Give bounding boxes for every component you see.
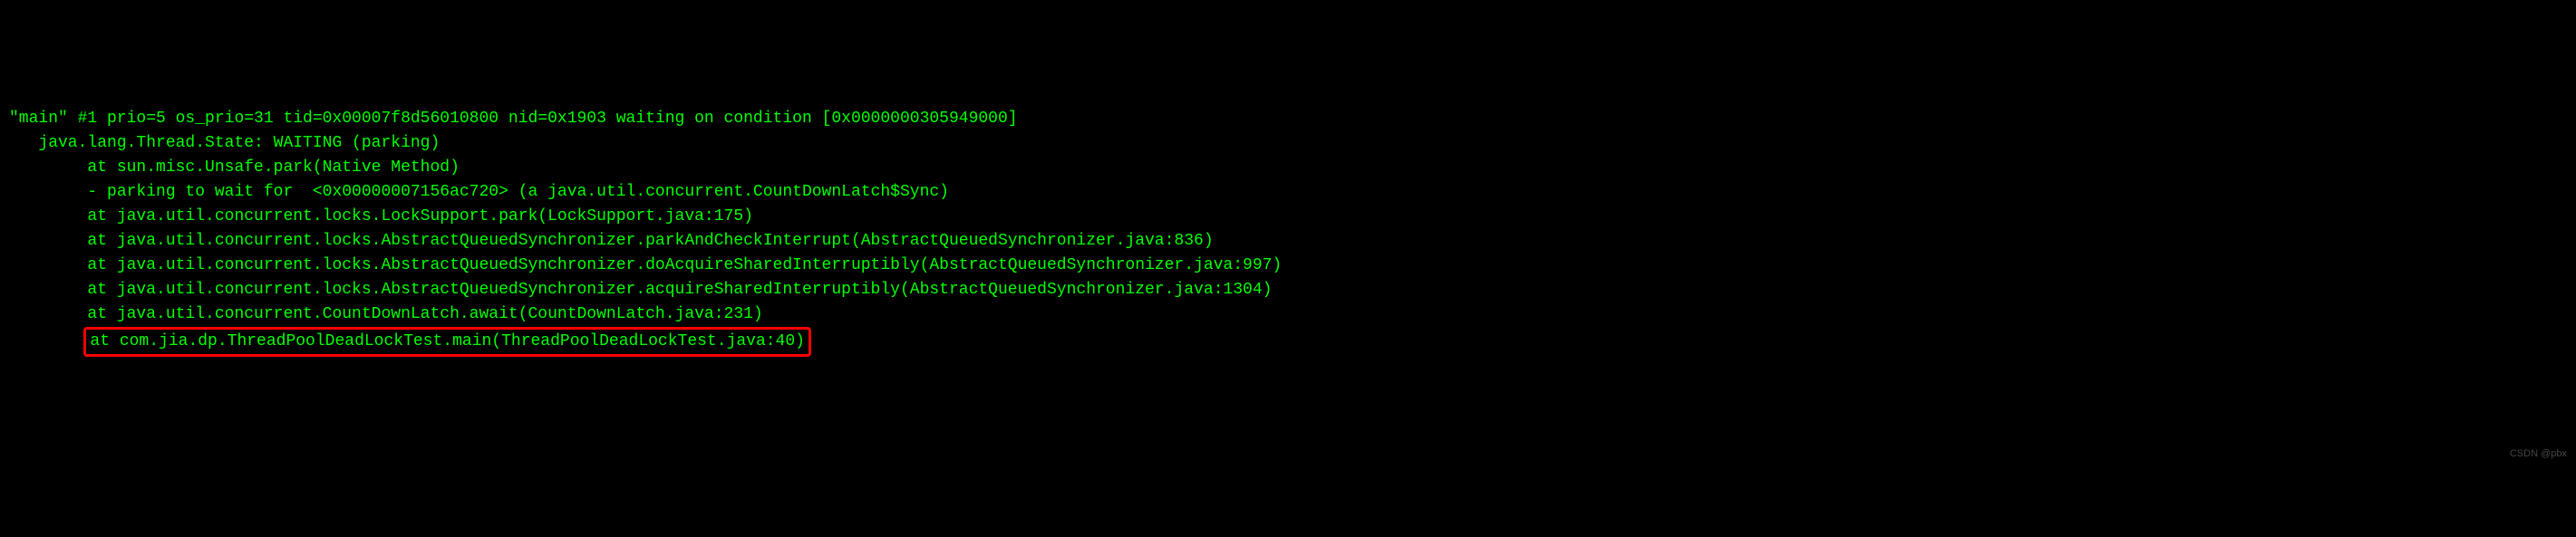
- stack-trace-line: at java.util.concurrent.CountDownLatch.a…: [9, 305, 763, 323]
- stack-trace-line: at sun.misc.Unsafe.park(Native Method): [9, 158, 460, 177]
- highlighted-prefix: [9, 332, 87, 350]
- stack-trace-line: at java.util.concurrent.locks.LockSuppor…: [9, 207, 753, 225]
- highlighted-stack-line: at com.jia.dp.ThreadPoolDeadLockTest.mai…: [83, 327, 811, 357]
- thread-dump-output: "main" #1 prio=5 os_prio=31 tid=0x00007f…: [9, 107, 2567, 357]
- stack-trace-line: at java.util.concurrent.locks.AbstractQu…: [9, 281, 1272, 299]
- stack-trace-line: at java.util.concurrent.locks.AbstractQu…: [9, 232, 1214, 250]
- stack-trace-line: at java.util.concurrent.locks.AbstractQu…: [9, 256, 1282, 274]
- thread-header: "main" #1 prio=5 os_prio=31 tid=0x00007f…: [9, 110, 1018, 128]
- thread-state: java.lang.Thread.State: WAITING (parking…: [9, 134, 440, 152]
- watermark: CSDN @pbx: [2510, 446, 2567, 462]
- stack-trace-line: - parking to wait for <0x00000007156ac72…: [9, 183, 949, 201]
